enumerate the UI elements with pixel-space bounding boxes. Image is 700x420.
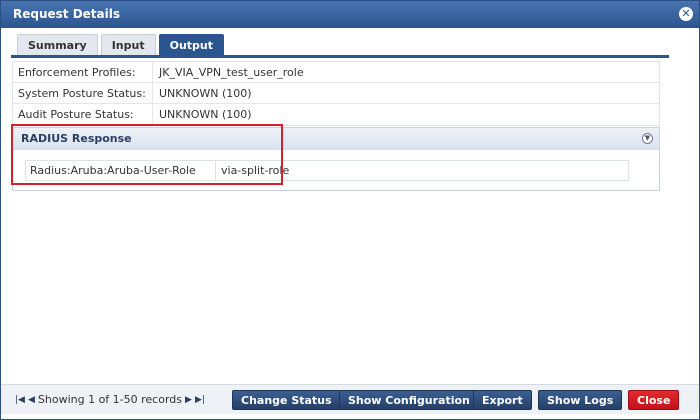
property-value: UNKNOWN (100): [159, 87, 252, 100]
export-button[interactable]: Export: [473, 390, 532, 410]
output-properties-table: Enforcement Profiles: JK_VIA_VPN_test_us…: [12, 61, 660, 126]
first-page-icon[interactable]: |◀: [15, 395, 25, 405]
table-row: System Posture Status: UNKNOWN (100): [13, 83, 659, 104]
request-details-dialog: Request Details ✕ Summary Input Output E…: [0, 0, 700, 420]
property-label: Audit Posture Status:: [13, 104, 153, 125]
property-label: System Posture Status:: [13, 83, 153, 103]
property-label: Enforcement Profiles:: [13, 62, 153, 82]
show-logs-button[interactable]: Show Logs: [538, 390, 623, 410]
table-row: Enforcement Profiles: JK_VIA_VPN_test_us…: [13, 62, 659, 83]
next-page-icon[interactable]: ▶: [185, 395, 192, 405]
tab-underline: [11, 55, 669, 58]
dialog-footer: |◀ ◀ Showing 1 of 1-50 records ▶ ▶| Chan…: [1, 384, 699, 414]
dialog-title: Request Details: [13, 7, 121, 21]
close-icon[interactable]: ✕: [679, 7, 693, 21]
tab-bar: Summary Input Output: [17, 34, 224, 56]
tab-summary[interactable]: Summary: [17, 34, 98, 55]
property-value: JK_VIA_VPN_test_user_role: [159, 66, 304, 79]
tab-input[interactable]: Input: [100, 34, 156, 55]
annotation-highlight-box: [11, 124, 283, 185]
prev-page-icon[interactable]: ◀: [28, 395, 35, 405]
tab-output[interactable]: Output: [158, 34, 224, 55]
table-row: Audit Posture Status: UNKNOWN (100): [13, 104, 659, 125]
dialog-titlebar: Request Details ✕: [1, 1, 699, 28]
change-status-button[interactable]: Change Status: [232, 390, 341, 410]
last-page-icon[interactable]: ▶|: [195, 395, 205, 405]
collapse-icon[interactable]: ▼: [642, 133, 653, 144]
pager: |◀ ◀ Showing 1 of 1-50 records ▶ ▶|: [15, 393, 205, 406]
close-button[interactable]: Close: [628, 390, 680, 410]
property-value: UNKNOWN (100): [159, 108, 252, 121]
show-configuration-button[interactable]: Show Configuration: [339, 390, 479, 410]
pager-text: Showing 1 of 1-50 records: [37, 393, 183, 406]
